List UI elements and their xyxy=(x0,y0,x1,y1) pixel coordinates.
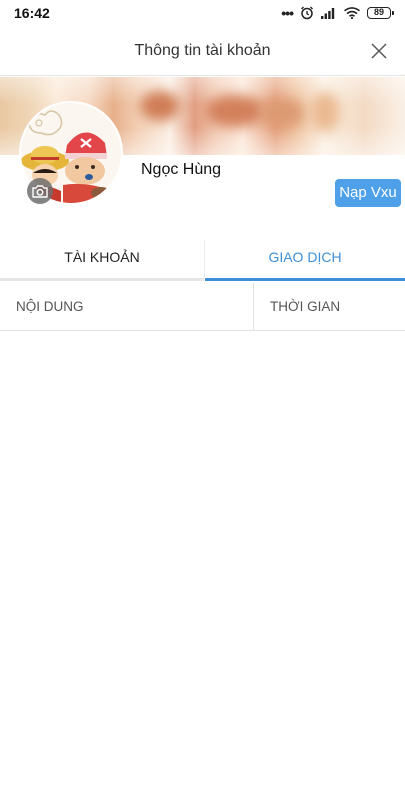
close-icon[interactable] xyxy=(369,41,389,61)
wifi-icon xyxy=(344,7,360,19)
banner-blob xyxy=(205,95,265,127)
tabs: TÀI KHOẢN GIAO DỊCH xyxy=(0,238,405,281)
change-avatar-button[interactable] xyxy=(27,178,53,204)
status-bar: 16:42 ••• 89 xyxy=(0,0,405,26)
battery-icon: 89 xyxy=(367,7,394,19)
signal-icon xyxy=(321,8,335,19)
column-divider xyxy=(253,283,254,331)
status-time: 16:42 xyxy=(14,5,50,21)
banner-blob xyxy=(260,99,305,127)
banner-blob xyxy=(140,91,180,121)
user-name: Ngọc Hùng xyxy=(141,161,222,178)
more-dots-icon: ••• xyxy=(281,5,294,21)
banner-blob xyxy=(310,92,340,132)
table-header: NỘI DUNG THỜI GIAN xyxy=(0,283,405,331)
page-title: Thông tin tài khoản xyxy=(134,42,271,59)
alarm-icon xyxy=(301,6,313,20)
camera-icon xyxy=(32,185,48,198)
status-icons: ••• 89 xyxy=(281,5,394,21)
column-header-content: NỘI DUNG xyxy=(16,299,84,314)
topup-button[interactable]: Nạp Vxu xyxy=(335,179,401,207)
column-header-time: THỜI GIAN xyxy=(270,299,341,314)
app-header: Thông tin tài khoản xyxy=(0,26,405,76)
tab-transactions[interactable]: GIAO DỊCH xyxy=(205,238,405,281)
tab-account[interactable]: TÀI KHOẢN xyxy=(0,238,204,281)
